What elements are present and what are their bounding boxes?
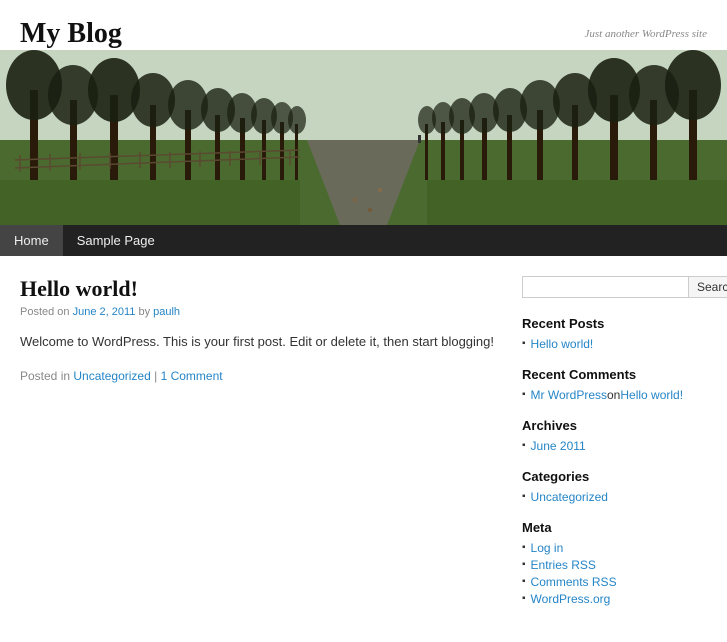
nav-link-sample[interactable]: Sample Page (63, 225, 169, 256)
post-footer-prefix: Posted in (20, 369, 73, 383)
sidebar-recent-posts: Recent Posts Hello world! (522, 316, 707, 351)
post-comment-link[interactable]: 1 Comment (161, 369, 223, 383)
post-meta: Posted on June 2, 2011 by paulh (20, 306, 502, 318)
nav-item-sample[interactable]: Sample Page (63, 225, 169, 256)
main-nav: Home Sample Page (0, 225, 727, 256)
meta-comments-rss-link[interactable]: Comments RSS (531, 575, 617, 589)
post-author-prefix: by (135, 306, 153, 318)
post-author-link[interactable]: paulh (153, 306, 180, 318)
comment-post-link[interactable]: Hello world! (620, 388, 683, 402)
meta-login-link[interactable]: Log in (531, 541, 564, 555)
archive-link-1[interactable]: June 2011 (531, 439, 586, 453)
post-date-link[interactable]: June 2, 2011 (73, 306, 136, 318)
list-item: Uncategorized (522, 490, 707, 504)
category-link-1[interactable]: Uncategorized (531, 490, 608, 504)
search-input[interactable] (522, 276, 689, 298)
search-button[interactable]: Search (689, 276, 727, 298)
list-item: Hello world! (522, 337, 707, 351)
recent-post-link-1[interactable]: Hello world! (531, 337, 594, 351)
post-category-link[interactable]: Uncategorized (73, 369, 150, 383)
meta-heading: Meta (522, 520, 707, 535)
post-title: Hello world! (20, 276, 502, 302)
meta-wordpress-link[interactable]: WordPress.org (531, 592, 611, 606)
list-item: Entries RSS (522, 558, 707, 572)
categories-heading: Categories (522, 469, 707, 484)
recent-comments-heading: Recent Comments (522, 367, 707, 382)
content-area: Hello world! Posted on June 2, 2011 by p… (0, 256, 727, 642)
recent-posts-heading: Recent Posts (522, 316, 707, 331)
sidebar-archives: Archives June 2011 (522, 418, 707, 453)
list-item: Log in (522, 541, 707, 555)
nav-link-home[interactable]: Home (0, 225, 63, 256)
search-box: Search (522, 276, 707, 298)
comment-on-text: on (607, 388, 620, 402)
archives-heading: Archives (522, 418, 707, 433)
hero-image (0, 50, 727, 225)
sidebar-categories: Categories Uncategorized (522, 469, 707, 504)
sidebar-recent-comments: Recent Comments Mr WordPress on Hello wo… (522, 367, 707, 402)
list-item: WordPress.org (522, 592, 707, 606)
post-meta-prefix: Posted on (20, 306, 73, 318)
main-content: Hello world! Posted on June 2, 2011 by p… (20, 276, 502, 622)
site-tagline: Just another WordPress site (20, 28, 707, 40)
sidebar-meta: Meta Log in Entries RSS Comments RSS Wor… (522, 520, 707, 606)
list-item: Mr WordPress on Hello world! (522, 388, 707, 402)
site-header: My Blog Just another WordPress site (0, 0, 727, 50)
post-footer-sep: | (151, 369, 161, 383)
post-footer: Posted in Uncategorized | 1 Comment (20, 369, 502, 383)
page-wrapper: My Blog Just another WordPress site (0, 0, 727, 642)
nav-item-home[interactable]: Home (0, 225, 63, 256)
post-content: Welcome to WordPress. This is your first… (20, 332, 502, 353)
list-item: Comments RSS (522, 575, 707, 589)
sidebar: Search Recent Posts Hello world! Recent … (522, 276, 707, 622)
comment-author-link[interactable]: Mr WordPress (531, 388, 607, 402)
list-item: June 2011 (522, 439, 707, 453)
meta-entries-rss-link[interactable]: Entries RSS (531, 558, 596, 572)
